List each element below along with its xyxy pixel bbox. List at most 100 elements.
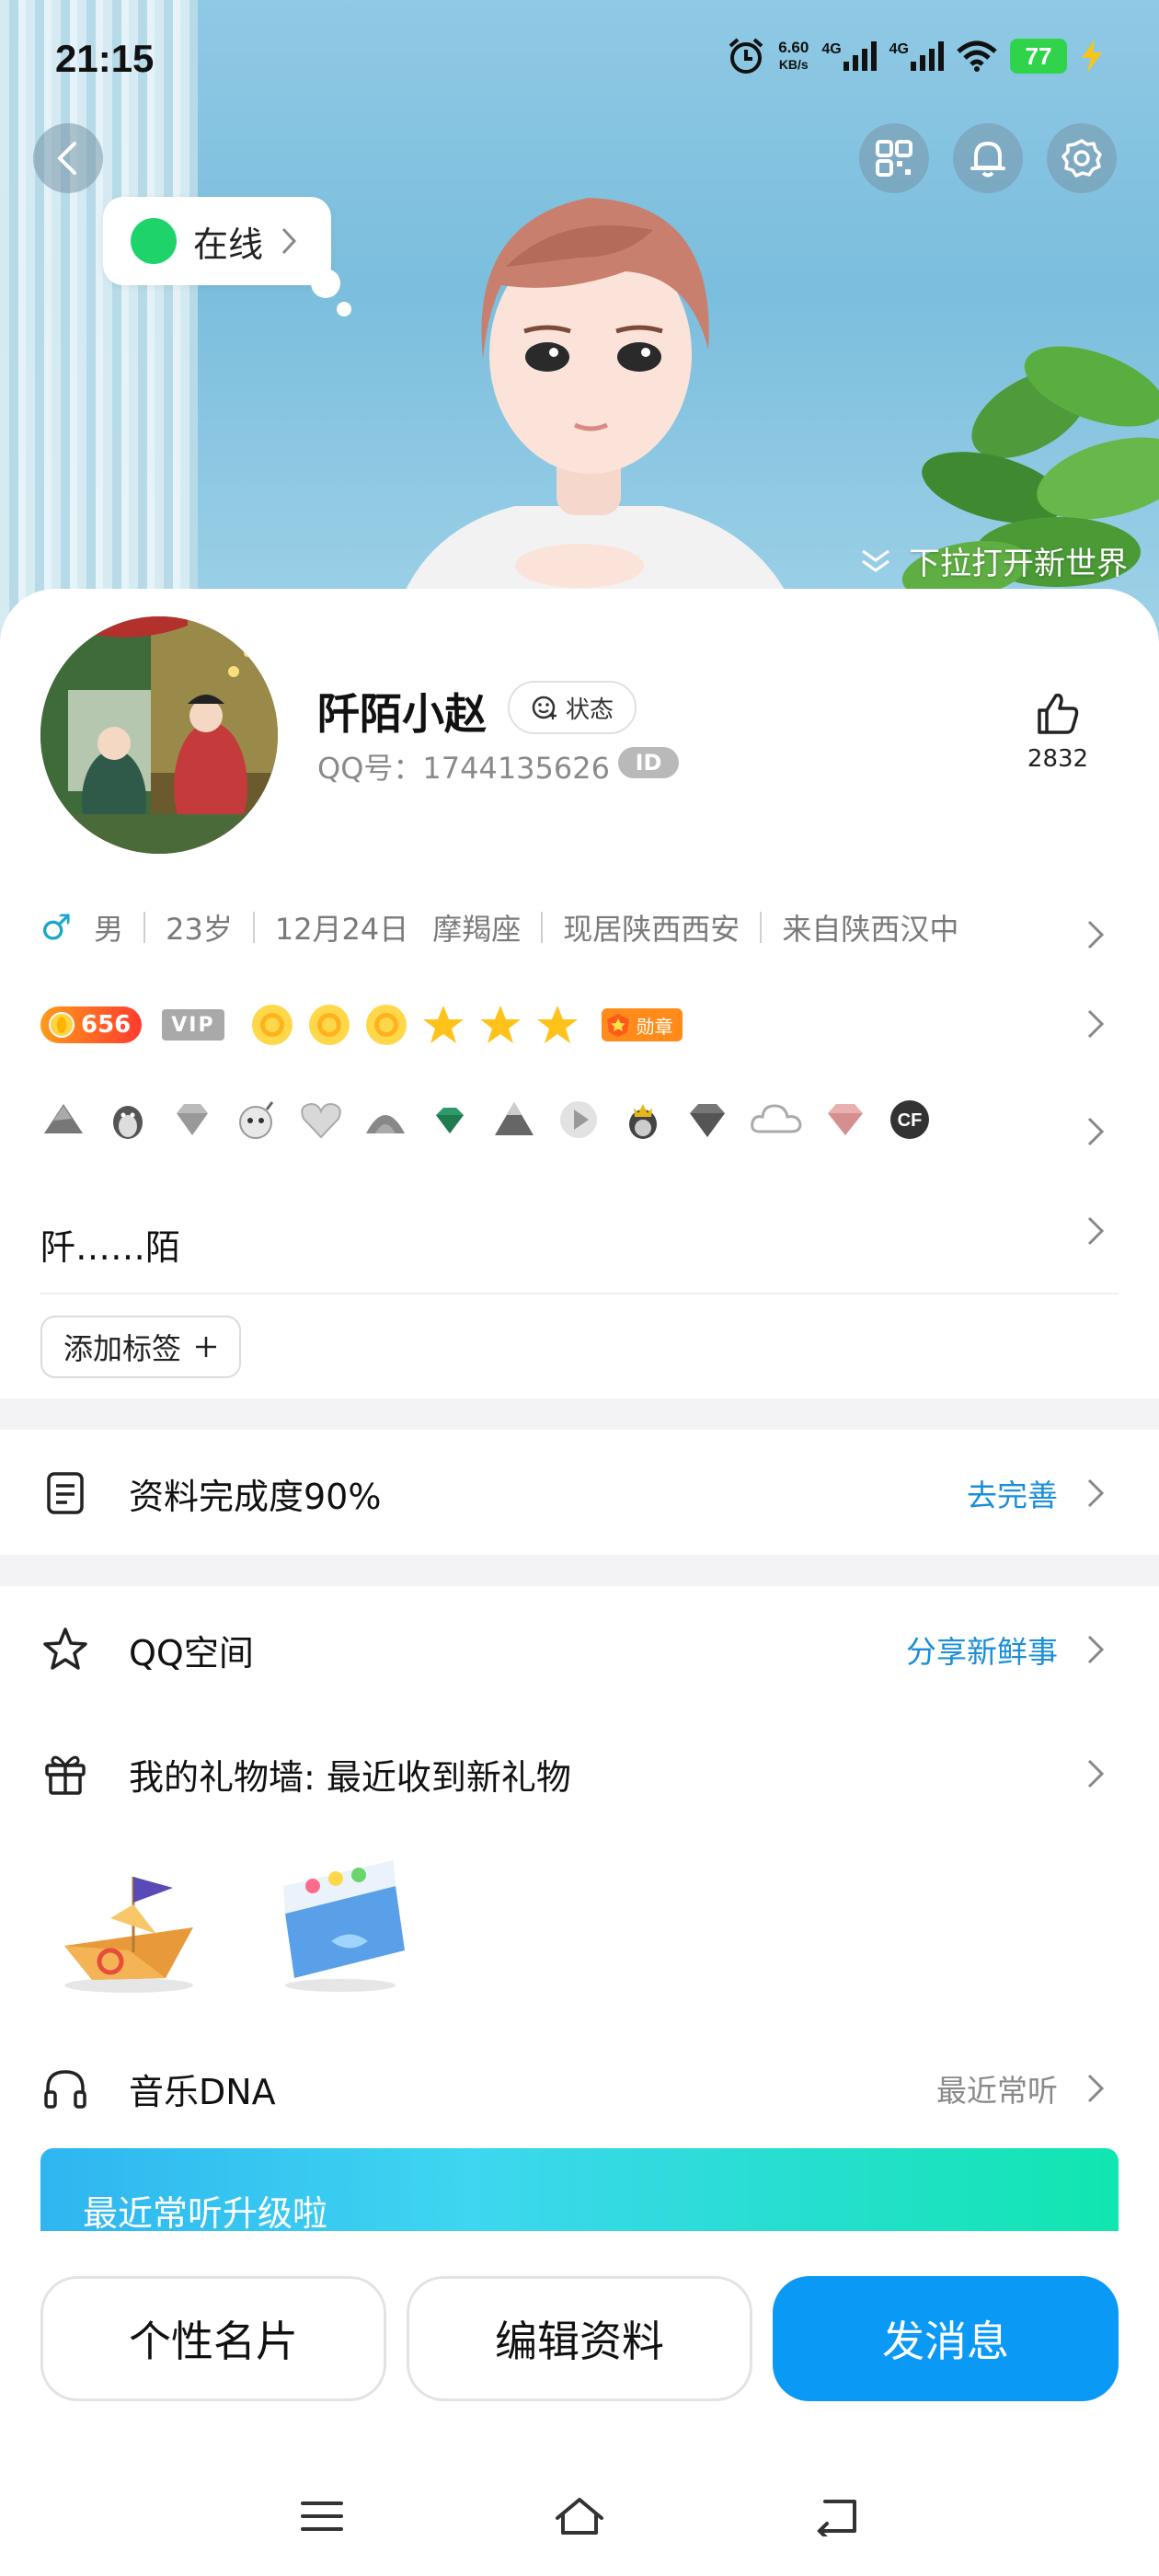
recently-played-link[interactable]: 最近常听 (936, 2066, 1058, 2110)
share-news-link[interactable]: 分享新鲜事 (906, 1627, 1058, 1672)
hometown: 来自陕西汉中 (782, 912, 959, 947)
sim1-label: 4G (821, 41, 842, 57)
gift-wall-row[interactable]: 我的礼物墙: 最近收到新礼物 (0, 1723, 1159, 1824)
avatar[interactable] (40, 616, 278, 854)
level-row[interactable]: 656 VIP 勋章 (40, 1003, 1159, 1047)
star-level-icon (422, 1006, 464, 1043)
net-speed: 6.60 KB/s (778, 40, 809, 73)
qq-number: QQ号：1744135626 (317, 751, 610, 786)
profile-completeness-label: 资料完成度90% (129, 1476, 382, 1517)
battery-indicator: 77 (1010, 39, 1067, 74)
paper-boat-gift[interactable] (55, 1849, 212, 1996)
signal-sim1: 4G (821, 41, 877, 71)
diamond-badge-icon (177, 1104, 208, 1135)
sun-level-icon (365, 1005, 407, 1045)
id-badge[interactable]: ID (618, 747, 679, 778)
peak-badge-icon (495, 1102, 534, 1135)
profile-card-button[interactable]: 个性名片 (40, 2276, 386, 2401)
notification-button[interactable] (953, 123, 1023, 193)
system-nav-bar (0, 2466, 1159, 2567)
avatar-character (387, 198, 808, 644)
signal-icon (911, 41, 944, 71)
star-outline-icon (40, 1625, 90, 1674)
gift-list (55, 1849, 414, 1996)
gear-icon (1061, 139, 1102, 178)
chevron-right-icon (1087, 1635, 1105, 1664)
age: 23岁 (166, 912, 233, 947)
divider (40, 1293, 1119, 1294)
like-button[interactable]: 2832 (1021, 690, 1095, 773)
divider (541, 912, 544, 943)
music-dna-row[interactable]: 音乐DNA 最近常听 (0, 2038, 1159, 2139)
birthday-card-gift[interactable] (267, 1849, 414, 1996)
profile-cover[interactable]: 21:15 6.60 KB/s 4G 4G 77 在线 下拉打开新世界 (0, 0, 1159, 644)
pull-down-hint-text: 下拉打开新世界 (909, 546, 1128, 582)
online-status-text: 在线 (193, 224, 264, 265)
male-icon: ♂ (40, 907, 73, 948)
bubble-tail-dot (311, 269, 340, 298)
charging-icon (1082, 40, 1102, 73)
section-gap (0, 1555, 1159, 1586)
bubble-tail-dot (337, 302, 351, 316)
svg-text:CF: CF (898, 1110, 923, 1131)
music-upgrade-banner[interactable]: 最近常听升级啦 (40, 2148, 1119, 2231)
smile-plus-icon (532, 696, 557, 719)
pull-down-hint[interactable]: 下拉打开新世界 (859, 538, 1128, 583)
online-status-bubble[interactable]: 在线 (103, 197, 331, 285)
complete-profile-link[interactable]: 去完善 (967, 1471, 1058, 1515)
gift-icon (40, 1749, 90, 1799)
add-tag-button[interactable]: 添加标签 (40, 1316, 241, 1378)
profile-completeness-row[interactable]: 资料完成度90% 去完善 (0, 1443, 1159, 1544)
back-button[interactable] (33, 123, 103, 193)
alarm-icon (729, 38, 763, 74)
signature[interactable]: 阡……陌 (40, 1219, 180, 1270)
document-icon (40, 1468, 90, 1518)
settings-button[interactable] (1047, 123, 1117, 193)
bottom-action-bar: 个性名片 编辑资料 发消息 (0, 2236, 1159, 2576)
crown-penguin-badge-icon (629, 1104, 657, 1139)
chevron-right-icon (1087, 920, 1105, 949)
sun-level-icon (251, 1005, 293, 1045)
emerald-badge-icon (436, 1108, 464, 1133)
menu-button[interactable] (290, 2484, 354, 2548)
basic-info-row[interactable]: ♂ 男 23岁 12月24日 摩羯座 现居陕西西安 来自陕西汉中 (40, 906, 1089, 949)
online-dot (131, 218, 177, 264)
chevron-right-icon (1087, 1216, 1105, 1246)
gender: 男 (94, 912, 124, 947)
status-bar: 21:15 6.60 KB/s 4G 4G 77 (0, 0, 1159, 120)
qr-code-icon (876, 140, 912, 177)
cover-plant (901, 346, 1159, 600)
music-banner-text: 最近常听升级啦 (83, 2193, 328, 2231)
sim2-label: 4G (889, 41, 909, 57)
avatar-image (40, 616, 278, 854)
medal-label: 勋章 (636, 1015, 673, 1038)
add-tag-label: 添加标签 (63, 1331, 181, 1366)
divider (252, 912, 255, 943)
net-speed-value: 6.60 (778, 39, 809, 56)
home-button[interactable] (547, 2484, 612, 2548)
black-diamond-badge-icon (690, 1104, 725, 1137)
nickname: 阡陌小赵 (317, 689, 487, 739)
level-value: 656 (81, 1011, 132, 1039)
penguin-badge-icon (113, 1106, 143, 1139)
cloud-badge-icon (751, 1104, 802, 1133)
chevron-right-icon (1087, 1009, 1105, 1039)
divider (143, 912, 146, 943)
vip-tag: VIP (162, 1009, 224, 1041)
medal-star-icon (606, 1014, 629, 1037)
play-badge-icon (560, 1101, 597, 1138)
qzone-row[interactable]: QQ空间 分享新鲜事 (0, 1599, 1159, 1700)
status-chip[interactable]: 状态 (508, 681, 637, 734)
qr-code-button[interactable] (859, 123, 929, 193)
back-nav-button[interactable] (805, 2484, 869, 2548)
menu-icon (301, 2501, 343, 2531)
signal-sim2: 4G (889, 41, 944, 71)
edit-profile-button[interactable]: 编辑资料 (407, 2276, 752, 2401)
music-dna-label: 音乐DNA (129, 2071, 276, 2112)
service-badges-row[interactable]: CF (40, 1097, 1159, 1143)
home-icon (556, 2498, 603, 2535)
cf-game-badge-icon: CF (890, 1100, 929, 1139)
send-message-button[interactable]: 发消息 (773, 2276, 1119, 2401)
section-gap (0, 1398, 1159, 1430)
zodiac: 摩羯座 (432, 912, 522, 947)
